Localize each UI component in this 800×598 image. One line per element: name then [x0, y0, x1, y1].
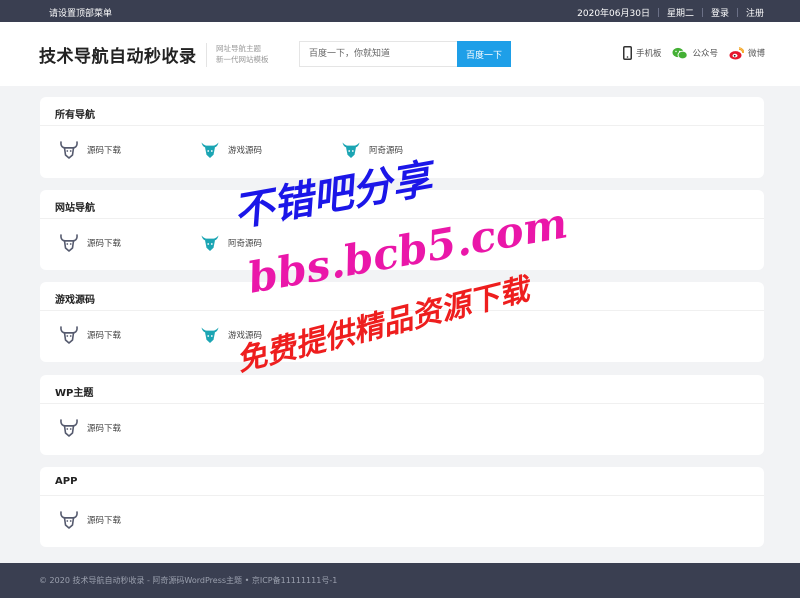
nav-item[interactable]: 阿奇源码 [341, 141, 403, 159]
section-divider [40, 310, 764, 311]
date-text: 2020年06月30日 [577, 9, 650, 19]
mobile-link[interactable]: 手机板 [622, 46, 662, 60]
slogan-line2: 新一代网站模板 [216, 55, 269, 64]
logo-divider [206, 43, 207, 67]
site-footer: © 2020 技术导航自动秒收录 - 阿奇源码WordPress主题 • 京IC… [0, 563, 800, 598]
nav-item[interactable]: 源码下载 [59, 234, 121, 252]
site-header: 技术导航自动秒收录 网址导航主题 新一代网站模板 百度一下 手机板 公众号 微博 [0, 22, 800, 86]
bull-outline-icon [60, 419, 78, 437]
nav-item[interactable]: 源码下载 [59, 419, 121, 437]
nav-item[interactable]: 游戏源码 [200, 326, 262, 344]
nav-item-label: 游戏源码 [228, 331, 263, 341]
top-bar-right: 2020年06月30日 星期二 登录 注册 [577, 6, 764, 19]
nav-item[interactable]: 源码下载 [59, 141, 121, 159]
wechat-label: 公众号 [692, 49, 718, 59]
search-input[interactable] [299, 41, 457, 67]
divider [736, 8, 738, 17]
bull-teal-icon [342, 142, 360, 158]
section-divider [40, 495, 764, 496]
weekday-text: 星期二 [666, 9, 694, 19]
section-divider [40, 218, 764, 219]
nav-section-all: 所有导航 源码下载 游戏源码 阿奇源码 [40, 97, 764, 178]
nav-section-wp: WP主题 源码下载 [40, 375, 764, 455]
weibo-link[interactable]: 微博 [729, 46, 765, 60]
footer-copyright: © 2020 技术导航自动秒收录 - 阿奇源码WordPress主题 • 京IC… [39, 576, 338, 585]
top-bar: 请设置顶部菜单 2020年06月30日 星期二 登录 注册 [0, 0, 800, 22]
nav-item-label: 源码下载 [87, 516, 122, 526]
bull-teal-icon [201, 235, 219, 251]
mobile-label: 手机板 [635, 49, 662, 59]
nav-item-label: 源码下载 [87, 331, 122, 341]
nav-item-label: 阿奇源码 [228, 239, 263, 249]
nav-item-label: 游戏源码 [228, 146, 263, 156]
nav-section-app: APP 源码下载 [40, 467, 764, 547]
site-slogan: 网址导航主题 新一代网站模板 [216, 43, 269, 65]
bull-teal-icon [201, 142, 219, 158]
bull-outline-icon [60, 326, 78, 344]
nav-section-website: 网站导航 源码下载 阿奇源码 [40, 190, 764, 270]
bull-outline-icon [60, 234, 78, 252]
top-menu-hint: 请设置顶部菜单 [49, 9, 113, 19]
bull-outline-icon [60, 511, 78, 529]
bull-outline-icon [60, 141, 78, 159]
section-title: 所有导航 [55, 110, 95, 121]
nav-item[interactable]: 源码下载 [59, 326, 121, 344]
bull-teal-icon [201, 327, 219, 343]
nav-item-label: 源码下载 [87, 239, 122, 249]
section-divider [40, 403, 764, 404]
phone-icon [622, 46, 632, 60]
section-title: APP [55, 476, 78, 487]
divider [701, 8, 703, 17]
wechat-icon [672, 47, 689, 59]
section-title: WP主题 [55, 388, 94, 399]
nav-item[interactable]: 源码下载 [59, 511, 121, 529]
divider [657, 8, 659, 17]
register-link[interactable]: 注册 [746, 6, 764, 19]
nav-item[interactable]: 游戏源码 [200, 141, 262, 159]
weibo-label: 微博 [747, 49, 765, 59]
section-divider [40, 125, 764, 126]
login-link[interactable]: 登录 [711, 6, 729, 19]
section-title: 游戏源码 [55, 295, 95, 306]
site-logo[interactable]: 技术导航自动秒收录 [39, 42, 197, 67]
slogan-line1: 网址导航主题 [216, 44, 261, 53]
nav-section-game: 游戏源码 源码下载 游戏源码 [40, 282, 764, 362]
weibo-icon [729, 46, 744, 59]
search-button[interactable]: 百度一下 [457, 41, 511, 67]
nav-item[interactable]: 阿奇源码 [200, 234, 262, 252]
social-links: 手机板 公众号 微博 [612, 46, 765, 60]
nav-item-label: 源码下载 [87, 146, 122, 156]
wechat-link[interactable]: 公众号 [672, 47, 718, 60]
section-title: 网站导航 [55, 203, 95, 214]
search-form: 百度一下 [299, 41, 511, 67]
nav-item-label: 阿奇源码 [369, 146, 404, 156]
nav-item-label: 源码下载 [87, 424, 122, 434]
